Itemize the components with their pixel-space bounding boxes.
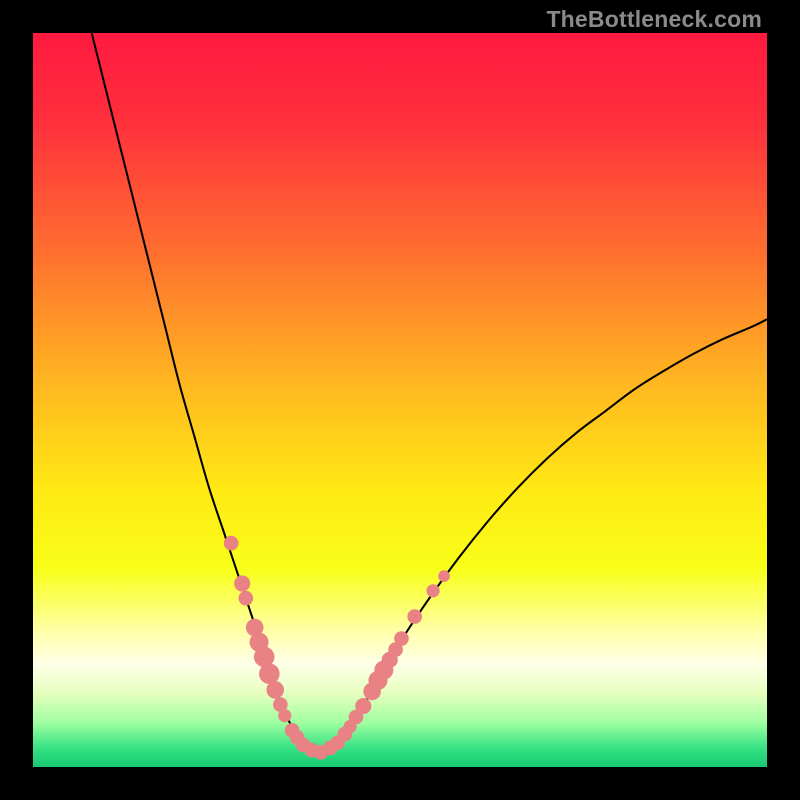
curve-layer [33,33,767,767]
chart-frame: TheBottleneck.com [0,0,800,800]
dot [234,575,250,591]
dot [407,609,422,624]
dot [239,591,254,606]
dot [278,709,291,722]
watermark-text: TheBottleneck.com [546,6,762,33]
dot [224,536,239,551]
dot [438,570,450,582]
dot [426,584,439,597]
plot-area [33,33,767,767]
dot [259,664,280,685]
dot [266,681,284,699]
highlight-dots [224,536,450,760]
bottleneck-curve [92,33,767,752]
dot [355,698,371,714]
dot [394,631,409,646]
